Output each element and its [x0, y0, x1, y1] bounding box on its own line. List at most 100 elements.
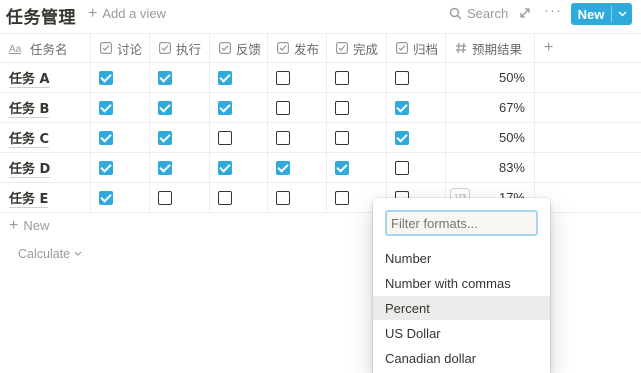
top-bar: 任务管理 + Add a view Search ··· New — [0, 0, 641, 28]
checkbox-cell — [91, 93, 150, 122]
checkbox-checked[interactable] — [335, 160, 349, 175]
checkbox-checked[interactable] — [99, 70, 113, 85]
expected-result-value: 50% — [498, 130, 525, 145]
page-title: 任务管理 — [6, 8, 76, 28]
svg-text:Aa: Aa — [9, 44, 22, 54]
column-header[interactable]: 执行 — [150, 34, 210, 62]
new-button-label[interactable]: New — [571, 3, 611, 25]
checkbox-cell — [150, 93, 210, 122]
chevron-down-icon[interactable] — [612, 3, 632, 25]
column-header[interactable]: 预期结果 — [446, 34, 535, 62]
checkbox-cell — [150, 123, 210, 152]
task-name-cell[interactable]: 任务 C — [0, 123, 91, 152]
checkbox-cell — [91, 153, 150, 182]
calculate-label: Calculate — [18, 247, 71, 261]
checkbox-cell — [268, 63, 327, 92]
table-row: 任务 C 50% — [0, 123, 641, 153]
format-option[interactable]: US Dollar — [373, 321, 550, 345]
checkbox-checked[interactable] — [395, 130, 409, 145]
add-column-icon[interactable]: + — [535, 34, 565, 62]
task-name-cell[interactable]: 任务 B — [0, 93, 91, 122]
filter-formats-input[interactable] — [385, 210, 538, 236]
column-header-label: 完成 — [353, 42, 379, 57]
expected-result-cell[interactable]: 67% — [446, 93, 535, 122]
checkbox-checked[interactable] — [158, 70, 172, 85]
checkbox-unchecked[interactable] — [276, 190, 290, 205]
checkbox-unchecked[interactable] — [218, 190, 232, 205]
column-header[interactable]: 归档 — [387, 34, 446, 62]
checkbox-checked[interactable] — [218, 70, 232, 85]
expected-result-cell[interactable]: 83% — [446, 153, 535, 182]
checkbox-property-icon — [100, 42, 113, 55]
checkbox-checked[interactable] — [99, 130, 113, 145]
column-header[interactable]: 完成 — [327, 34, 387, 62]
checkbox-checked[interactable] — [218, 160, 232, 175]
checkbox-checked[interactable] — [218, 100, 232, 115]
task-name-cell[interactable]: 任务 A — [0, 63, 91, 92]
checkbox-property-icon — [336, 42, 349, 55]
column-header-label: 任务名 — [30, 42, 68, 57]
checkbox-checked[interactable] — [99, 100, 113, 115]
checkbox-checked[interactable] — [395, 100, 409, 115]
expected-result-cell[interactable]: 50% — [446, 63, 535, 92]
checkbox-unchecked[interactable] — [335, 100, 349, 115]
calculate-button[interactable]: Calculate — [18, 247, 82, 261]
open-as-page-icon[interactable] — [518, 6, 532, 20]
checkbox-checked[interactable] — [158, 100, 172, 115]
checkbox-checked[interactable] — [99, 160, 113, 175]
task-name-cell[interactable]: 任务 D — [0, 153, 91, 182]
chevron-down-icon — [74, 251, 82, 256]
plus-icon: + — [9, 217, 19, 234]
checkbox-cell — [327, 123, 387, 152]
column-header-label: 执行 — [176, 42, 202, 57]
checkbox-unchecked[interactable] — [276, 100, 290, 115]
search-icon — [449, 7, 462, 20]
new-button[interactable]: New — [571, 3, 632, 25]
checkbox-property-icon — [219, 42, 232, 55]
expected-result-cell[interactable]: 50% — [446, 123, 535, 152]
checkbox-cell — [327, 63, 387, 92]
checkbox-checked[interactable] — [158, 130, 172, 145]
checkbox-cell — [268, 123, 327, 152]
task-name: 任务 B — [9, 98, 50, 118]
column-header[interactable]: 反馈 — [210, 34, 268, 62]
checkbox-cell — [387, 123, 446, 152]
column-header-label: 讨论 — [117, 42, 143, 57]
checkbox-unchecked[interactable] — [335, 70, 349, 85]
format-option[interactable]: Number with commas — [373, 271, 550, 295]
checkbox-checked[interactable] — [158, 160, 172, 175]
search-button[interactable]: Search — [449, 6, 508, 21]
format-option[interactable]: Percent — [373, 296, 550, 320]
checkbox-cell — [210, 123, 268, 152]
checkbox-cell — [327, 153, 387, 182]
checkbox-unchecked[interactable] — [335, 130, 349, 145]
column-header-label: 发布 — [294, 42, 320, 57]
checkbox-property-icon — [159, 42, 172, 55]
checkbox-unchecked[interactable] — [335, 190, 349, 205]
checkbox-unchecked[interactable] — [158, 190, 172, 205]
text-property-icon: Aa — [9, 42, 25, 55]
checkbox-unchecked[interactable] — [218, 130, 232, 145]
column-header[interactable]: 讨论 — [91, 34, 150, 62]
checkbox-cell — [91, 123, 150, 152]
checkbox-checked[interactable] — [276, 160, 290, 175]
checkbox-checked[interactable] — [99, 190, 113, 205]
format-option[interactable]: Canadian dollar — [373, 346, 550, 370]
add-view-button[interactable]: + Add a view — [88, 4, 166, 22]
task-name: 任务 D — [9, 158, 51, 178]
new-row-button[interactable]: + New — [9, 217, 49, 234]
checkbox-unchecked[interactable] — [395, 160, 409, 175]
plus-icon: + — [88, 4, 98, 22]
checkbox-unchecked[interactable] — [395, 70, 409, 85]
column-header[interactable]: 发布 — [268, 34, 327, 62]
column-header[interactable]: Aa 任务名 — [0, 34, 91, 62]
checkbox-unchecked[interactable] — [276, 70, 290, 85]
format-option[interactable]: Number — [373, 246, 550, 270]
checkbox-cell — [327, 93, 387, 122]
task-name-cell[interactable]: 任务 E — [0, 183, 91, 212]
checkbox-cell — [387, 153, 446, 182]
task-name: 任务 C — [9, 128, 50, 148]
checkbox-cell — [210, 63, 268, 92]
more-options-icon[interactable]: ··· — [544, 2, 562, 19]
checkbox-unchecked[interactable] — [276, 130, 290, 145]
